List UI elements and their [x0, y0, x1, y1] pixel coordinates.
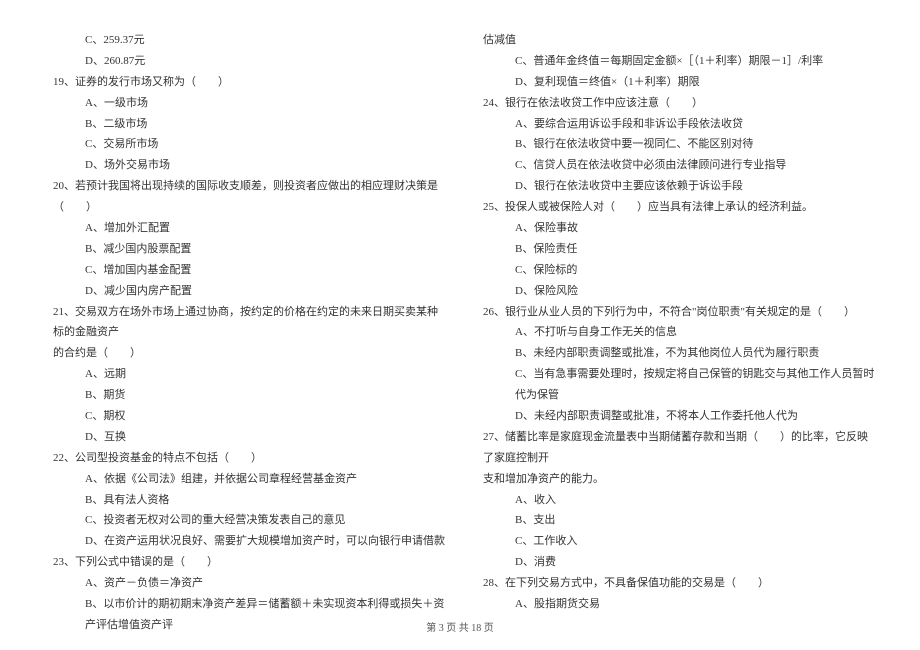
q22-option-a: A、依据《公司法》组建，并依据公司章程经营基金资产: [45, 469, 445, 490]
q21-option-a: A、远期: [45, 364, 445, 385]
q21-stem: 21、交易双方在场外市场上通过协商，按约定的价格在约定的未来日期买卖某种标的金融…: [45, 302, 445, 344]
page-footer: 第 3 页 共 18 页: [0, 619, 920, 638]
q28-stem: 28、在下列交易方式中，不具备保值功能的交易是（ ）: [475, 573, 875, 594]
q27-stem: 27、储蓄比率是家庭现金流量表中当期储蓄存款和当期（ ）的比率，它反映了家庭控制…: [475, 427, 875, 469]
q26-option-d: D、未经内部职责调整或批准，不将本人工作委托他人代为: [475, 406, 875, 427]
q18-option-d: D、260.87元: [45, 51, 445, 72]
q22-stem: 22、公司型投资基金的特点不包括（ ）: [45, 448, 445, 469]
q24-stem: 24、银行在依法收贷工作中应该注意（ ）: [475, 93, 875, 114]
q27-option-a: A、收入: [475, 490, 875, 511]
left-column: C、259.37元 D、260.87元 19、证券的发行市场又称为（ ） A、一…: [45, 30, 445, 610]
q19-option-a: A、一级市场: [45, 93, 445, 114]
q21-stem-cont: 的合约是（ ）: [45, 343, 445, 364]
q27-option-c: C、工作收入: [475, 531, 875, 552]
q27-option-d: D、消费: [475, 552, 875, 573]
q20-option-b: B、减少国内股票配置: [45, 239, 445, 260]
q25-option-b: B、保险责任: [475, 239, 875, 260]
q19-option-c: C、交易所市场: [45, 134, 445, 155]
q24-option-a: A、要综合运用诉讼手段和非诉讼手段依法收贷: [475, 114, 875, 135]
q28-option-a: A、股指期货交易: [475, 594, 875, 615]
q24-option-d: D、银行在依法收贷中主要应该依赖于诉讼手段: [475, 176, 875, 197]
q22-option-d: D、在资产运用状况良好、需要扩大规模增加资产时，可以向银行申请借款: [45, 531, 445, 552]
q26-stem: 26、银行业从业人员的下列行为中，不符合"岗位职责"有关规定的是（ ）: [475, 302, 875, 323]
q26-option-a: A、不打听与自身工作无关的信息: [475, 322, 875, 343]
q23-option-a: A、资产－负债＝净资产: [45, 573, 445, 594]
q25-stem: 25、投保人或被保险人对（ ）应当具有法律上承认的经济利益。: [475, 197, 875, 218]
q19-option-d: D、场外交易市场: [45, 155, 445, 176]
q25-option-a: A、保险事故: [475, 218, 875, 239]
q21-option-b: B、期货: [45, 385, 445, 406]
q23-option-d: D、复利现值＝终值×（1＋利率）期限: [475, 72, 875, 93]
q26-option-b: B、未经内部职责调整或批准，不为其他岗位人员代为履行职责: [475, 343, 875, 364]
q27-option-b: B、支出: [475, 510, 875, 531]
q25-option-d: D、保险风险: [475, 281, 875, 302]
q25-option-c: C、保险标的: [475, 260, 875, 281]
q20-option-d: D、减少国内房产配置: [45, 281, 445, 302]
q20-option-c: C、增加国内基金配置: [45, 260, 445, 281]
q23-option-c: C、普通年金终值＝每期固定金额×［（1＋利率）期限－1］/利率: [475, 51, 875, 72]
q20-option-a: A、增加外汇配置: [45, 218, 445, 239]
q20-stem: 20、若预计我国将出现持续的国际收支顺差，则投资者应做出的相应理财决策是（ ）: [45, 176, 445, 218]
q24-option-c: C、信贷人员在依法收贷中必须由法律顾问进行专业指导: [475, 155, 875, 176]
right-column: 估减值 C、普通年金终值＝每期固定金额×［（1＋利率）期限－1］/利率 D、复利…: [475, 30, 875, 610]
two-column-layout: C、259.37元 D、260.87元 19、证券的发行市场又称为（ ） A、一…: [45, 30, 875, 610]
q19-stem: 19、证券的发行市场又称为（ ）: [45, 72, 445, 93]
q19-option-b: B、二级市场: [45, 114, 445, 135]
q27-stem-cont: 支和增加净资产的能力。: [475, 469, 875, 490]
q22-option-b: B、具有法人资格: [45, 490, 445, 511]
q23-cont-line: 估减值: [475, 30, 875, 51]
q23-stem: 23、下列公式中错误的是（ ）: [45, 552, 445, 573]
q22-option-c: C、投资者无权对公司的重大经营决策发表自己的意见: [45, 510, 445, 531]
q26-option-c: C、当有急事需要处理时，按规定将自己保管的钥匙交与其他工作人员暂时代为保管: [475, 364, 875, 406]
q21-option-d: D、互换: [45, 427, 445, 448]
q18-option-c: C、259.37元: [45, 30, 445, 51]
q21-option-c: C、期权: [45, 406, 445, 427]
q24-option-b: B、银行在依法收贷中要一视同仁、不能区别对待: [475, 134, 875, 155]
